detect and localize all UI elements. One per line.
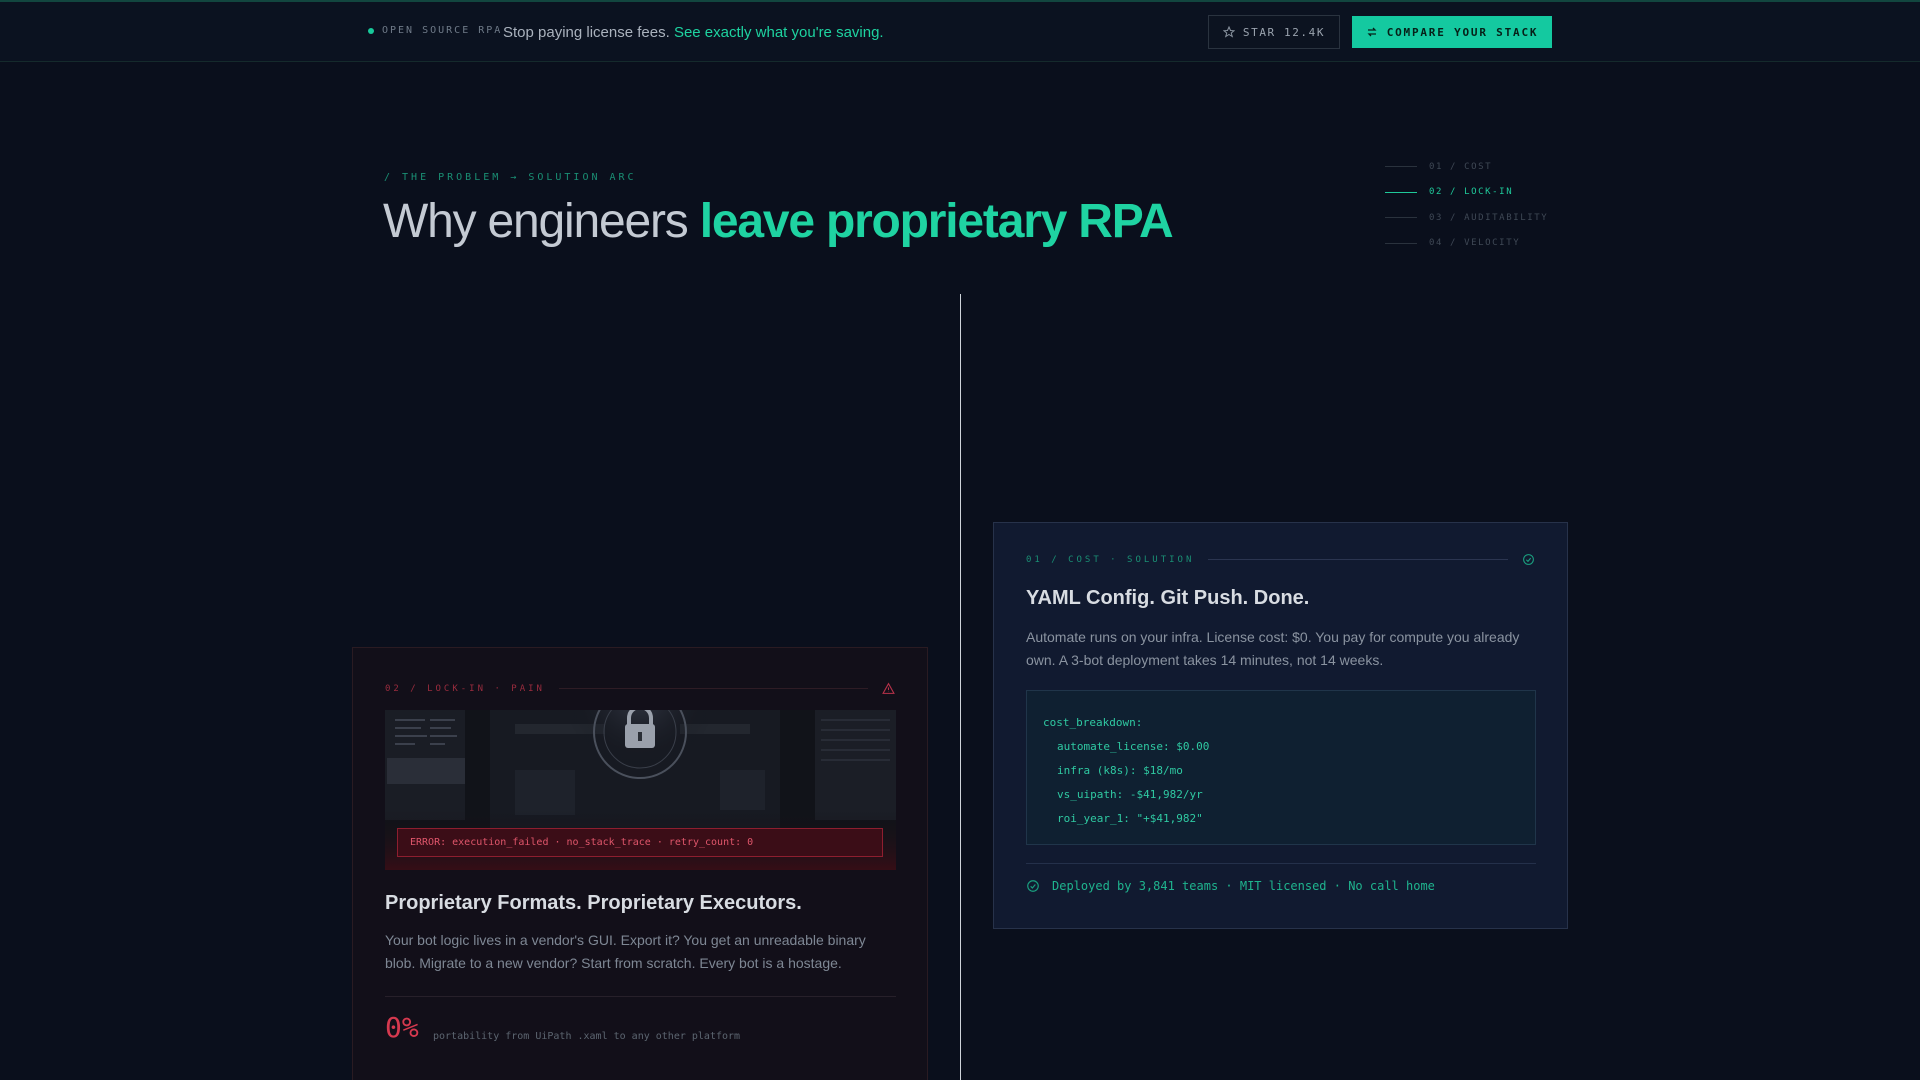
card-title: YAML Config. Git Push. Done. — [1026, 587, 1310, 609]
github-star-button[interactable]: STAR 12.4K — [1208, 15, 1340, 49]
card-divider — [385, 996, 896, 997]
page-title: Why engineers leave proprietary RPA — [383, 194, 1174, 249]
pain-card-lock-in: 02 / LOCK-IN · PAIN ERROR: execution_fai… — [352, 647, 928, 1080]
swap-arrows-icon — [1367, 27, 1377, 37]
card-body: Automate runs on your infra. License cos… — [1026, 629, 1520, 668]
footer-text: Deployed by 3,841 teams · MIT licensed ·… — [1052, 879, 1435, 893]
card-divider — [1026, 863, 1536, 864]
card-body: Your bot logic lives in a vendor's GUI. … — [385, 932, 866, 971]
nav-item-label: 03 / AUDITABILITY — [1429, 212, 1549, 223]
warning-triangle-icon — [882, 682, 895, 694]
section-eyebrow: / THE PROBLEM → SOLUTION ARC — [384, 172, 637, 183]
headline-plain: Why engineers — [383, 195, 689, 248]
brand-label: OPEN SOURCE RPA — [382, 25, 503, 36]
status-dot — [368, 27, 374, 34]
label-rule — [1208, 559, 1508, 560]
timeline-divider — [960, 294, 961, 1080]
card-label: 02 / LOCK-IN · PAIN — [385, 682, 895, 695]
nav-indicator — [1385, 242, 1417, 244]
compare-stack-button[interactable]: COMPARE YOUR STACK — [1352, 16, 1552, 48]
tagline: Stop paying license fees. See exactly wh… — [503, 24, 884, 41]
nav-indicator — [1385, 191, 1417, 193]
savings-link[interactable]: See exactly what you're saving. — [674, 24, 884, 41]
stat-value: 0% — [385, 1011, 419, 1044]
nav-indicator — [1385, 217, 1417, 219]
card-label-text: 02 / LOCK-IN · PAIN — [385, 683, 545, 694]
card-label-text: 01 / COST · SOLUTION — [1026, 554, 1195, 565]
code-line: roi_year_1: "+$41,982" — [1057, 812, 1203, 825]
check-circle-icon — [1027, 880, 1039, 892]
code-line: automate_license: $0.00 — [1057, 740, 1210, 753]
tagline-text: Stop paying license fees. — [503, 24, 670, 41]
check-circle-icon — [1523, 554, 1534, 565]
star-icon — [1222, 26, 1235, 38]
brand[interactable]: OPEN SOURCE RPA — [368, 25, 502, 36]
card-footer: Deployed by 3,841 teams · MIT licensed ·… — [1026, 879, 1435, 893]
section-nav: 01 / COST 02 / LOCK-IN 03 / AUDITABILITY… — [1385, 154, 1548, 256]
code-line: cost_breakdown: — [1043, 716, 1143, 729]
code-line: infra (k8s): $18/mo — [1057, 764, 1183, 777]
yaml-code-block: cost_breakdown: automate_license: $0.00 … — [1026, 690, 1536, 845]
nav-item-lock-in[interactable]: 02 / LOCK-IN — [1385, 180, 1548, 206]
nav-item-label: 02 / LOCK-IN — [1429, 187, 1514, 198]
code-line: vs_uipath: -$41,982/yr — [1057, 788, 1203, 801]
locked-dashboard-illustration: ERROR: execution_failed · no_stack_trace… — [385, 710, 896, 870]
nav-item-label: 01 / COST — [1429, 161, 1493, 172]
card-label: 01 / COST · SOLUTION — [1026, 553, 1535, 566]
headline-accent: leave proprietary RPA — [699, 195, 1174, 248]
nav-item-label: 04 / VELOCITY — [1429, 238, 1521, 249]
nav-item-cost[interactable]: 01 / COST — [1385, 154, 1548, 180]
nav-indicator — [1385, 166, 1417, 168]
solution-card-cost: 01 / COST · SOLUTION YAML Config. Git Pu… — [993, 522, 1568, 929]
nav-item-velocity[interactable]: 04 / VELOCITY — [1385, 231, 1548, 257]
star-count-label: STAR 12.4K — [1242, 25, 1326, 39]
label-rule — [558, 688, 868, 689]
top-bar: OPEN SOURCE RPA Stop paying license fees… — [0, 0, 1920, 62]
stat-description: portability from UiPath .xaml to any oth… — [433, 1031, 741, 1042]
compare-stack-label: COMPARE YOUR STACK — [1386, 25, 1539, 39]
card-title: Proprietary Formats. Proprietary Executo… — [385, 892, 802, 914]
error-banner: ERROR: execution_failed · no_stack_trace… — [397, 828, 883, 857]
nav-item-auditability[interactable]: 03 / AUDITABILITY — [1385, 205, 1548, 231]
